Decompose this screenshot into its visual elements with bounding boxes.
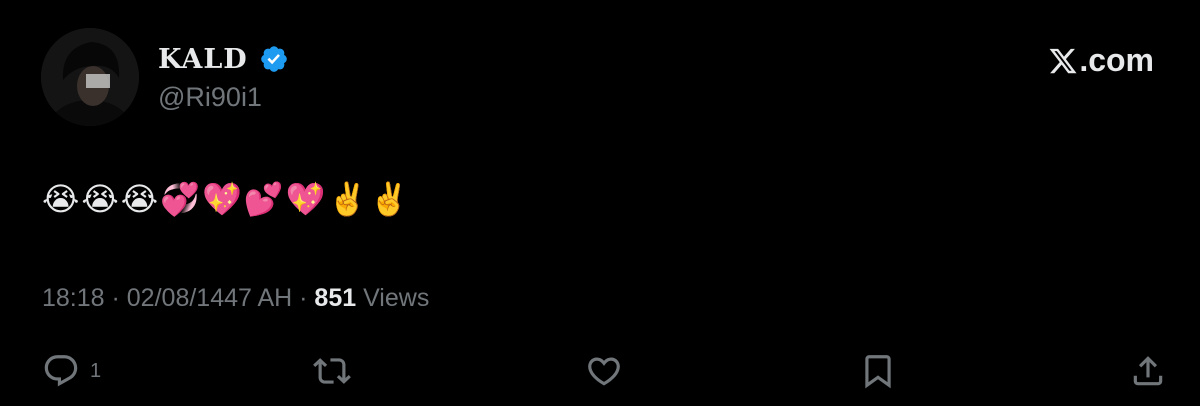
- display-name[interactable]: KALD: [158, 44, 248, 75]
- tweet-date[interactable]: 02/08/1447 AH: [127, 284, 292, 312]
- avatar[interactable]: [41, 28, 139, 126]
- x-logo-icon: [1049, 48, 1077, 73]
- reply-button[interactable]: 1: [42, 352, 101, 390]
- tweet-text: 😭😭😭💞💖💕💖✌️✌️: [42, 180, 412, 218]
- bookmark-icon: [865, 355, 891, 389]
- reply-count: 1: [90, 359, 102, 382]
- share-icon: [1133, 356, 1163, 386]
- brand-label: .com: [1079, 42, 1154, 78]
- views-label: Views: [356, 284, 430, 312]
- heart-icon: [588, 357, 620, 386]
- brand-watermark: .com: [1048, 42, 1154, 79]
- tweet-meta: 18:18 · 02/08/1447 AH · 851 Views: [42, 284, 429, 313]
- user-handle[interactable]: @Ri90i1: [158, 82, 262, 113]
- meta-separator: ·: [104, 284, 127, 312]
- action-bar: 1: [0, 352, 1200, 392]
- views-count[interactable]: 851: [314, 284, 356, 312]
- share-button[interactable]: [1129, 352, 1167, 390]
- tweet-time[interactable]: 18:18: [42, 284, 105, 312]
- retweet-button[interactable]: [313, 352, 351, 390]
- reply-icon: [44, 355, 78, 387]
- meta-separator: ·: [292, 284, 315, 312]
- like-button[interactable]: [585, 352, 623, 390]
- retweet-icon: [313, 358, 351, 384]
- verified-badge-icon: [261, 46, 287, 72]
- bookmark-button[interactable]: [859, 352, 897, 390]
- avatar-photo: [41, 28, 139, 126]
